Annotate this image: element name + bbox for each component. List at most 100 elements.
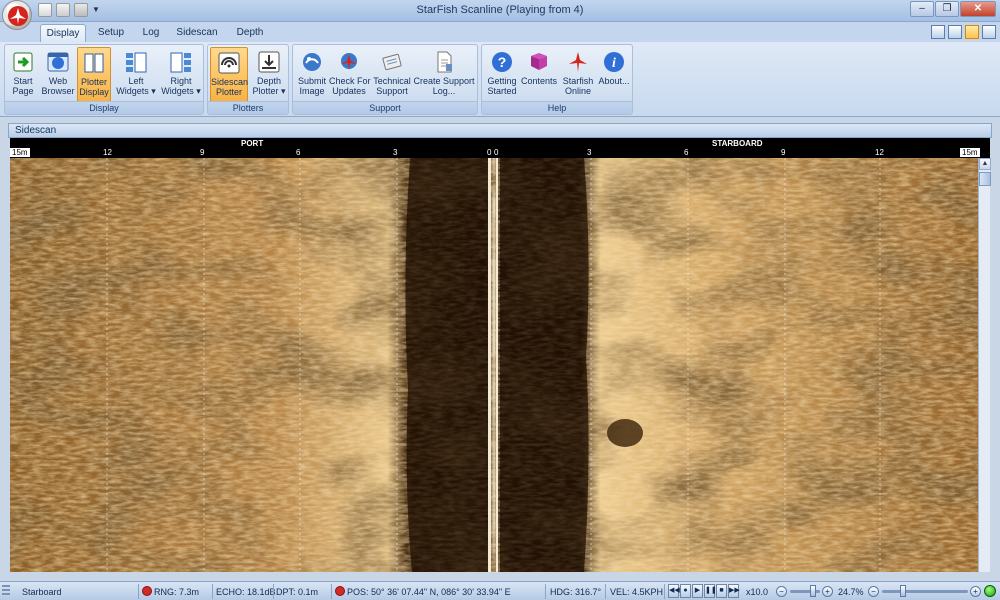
start-page-label-2: Page <box>12 86 34 96</box>
tab-setup[interactable]: Setup <box>92 24 130 42</box>
sidescan-plotter-label-1: Sidescan <box>211 77 249 87</box>
starfish-online-button[interactable]: Starfish Online <box>560 47 596 102</box>
tab-display[interactable]: Display <box>40 24 86 42</box>
zoom-in-button[interactable]: + <box>970 586 981 597</box>
velocity-status: VEL: 4.5KPH <box>610 587 664 597</box>
getting-started-icon: ? <box>492 52 512 72</box>
range-status: RNG: 7.3m <box>142 585 199 599</box>
layout-tile-icon[interactable] <box>948 25 962 39</box>
speed-increase-button[interactable]: + <box>822 586 833 597</box>
grip-icon <box>2 585 10 597</box>
plotter-display-button[interactable]: Plotter Display <box>77 47 111 102</box>
right-widgets-button[interactable]: Right Widgets ▾ <box>159 47 203 102</box>
range-scale-bar: PORT STARBOARD 15m 12 9 6 3 0 0 3 6 9 12… <box>10 138 990 158</box>
speed-decrease-button[interactable]: − <box>776 586 787 597</box>
start-page-label-1: Start <box>13 76 33 86</box>
group-plotters-label: Plotters <box>208 101 288 114</box>
sidescan-sonar-image[interactable] <box>10 158 978 572</box>
create-support-log-label-2: Log... <box>432 86 456 96</box>
start-page-icon <box>13 52 33 72</box>
submit-image-button[interactable]: Submit Image <box>295 47 329 102</box>
stop-icon[interactable]: ■ <box>716 584 727 598</box>
group-help: ? Getting Started Contents Starfish Onli… <box>481 44 633 115</box>
group-support-label: Support <box>293 101 477 114</box>
left-widgets-button[interactable]: Left Widgets ▾ <box>115 47 157 102</box>
tab-log[interactable]: Log <box>136 24 166 42</box>
about-icon: i <box>604 52 624 72</box>
starboard-tick: 3 <box>587 148 592 157</box>
speed-slider-thumb[interactable] <box>810 585 816 597</box>
plotter-display-icon <box>84 53 104 73</box>
web-browser-button[interactable]: Web Browser <box>41 47 75 102</box>
starboard-tick: 12 <box>875 148 884 157</box>
position-status: POS: 50° 36' 07.44" N, 086° 30' 33.94" E <box>335 585 511 599</box>
create-support-log-label-1: Create Support <box>413 76 475 86</box>
zoom-slider[interactable] <box>882 590 968 593</box>
create-support-log-button[interactable]: Create Support Log... <box>413 47 475 102</box>
port-label: PORT <box>241 139 264 148</box>
layout-single-icon[interactable] <box>965 25 979 39</box>
getting-started-button[interactable]: ? Getting Started <box>484 47 520 102</box>
group-support: Submit Image Check For Updates Technical… <box>292 44 478 115</box>
technical-support-label-1: Technical <box>373 76 411 86</box>
contents-icon <box>531 53 547 70</box>
ribbon: Start Page Web Browser Plotter Display L… <box>0 42 1000 117</box>
check-updates-icon <box>341 53 357 70</box>
record-toggle-icon[interactable]: ● <box>680 584 691 598</box>
port-tick: 9 <box>200 148 205 157</box>
vertical-scrollbar[interactable]: ▲ <box>978 158 991 572</box>
getting-started-label-2: Started <box>487 86 517 96</box>
heading-status: HDG: 316.7° <box>550 587 602 597</box>
restore-button[interactable]: ❐ <box>935 1 959 17</box>
forward-icon[interactable]: ▶▶ <box>728 584 740 598</box>
tab-sidescan[interactable]: Sidescan <box>172 24 222 42</box>
window-title: StarFish Scanline (Playing from 4) <box>416 4 584 16</box>
app-menu-button[interactable] <box>2 0 32 30</box>
left-widgets-icon <box>126 52 147 73</box>
right-widgets-label-2: Widgets ▾ <box>161 86 201 96</box>
left-widgets-label-1: Left <box>128 76 144 86</box>
playback-speed: x10.0 <box>746 587 769 597</box>
tab-depth[interactable]: Depth <box>230 24 270 42</box>
depth-plotter-button[interactable]: Depth Plotter ▾ <box>250 47 288 102</box>
pause-icon[interactable]: ❚❚ <box>704 584 717 598</box>
about-label: About... <box>598 76 630 86</box>
range-value: RNG: 7.3m <box>154 587 200 597</box>
scroll-thumb[interactable] <box>979 172 991 186</box>
right-dock-strip[interactable] <box>992 123 1000 579</box>
minimize-button[interactable]: – <box>910 1 934 17</box>
rewind-icon[interactable]: ◀◀ <box>668 584 680 598</box>
start-page-button[interactable]: Start Page <box>7 47 39 102</box>
zoom-level: 24.7% <box>838 587 864 597</box>
depth-plotter-icon <box>258 51 280 73</box>
sidescan-plotter-button[interactable]: Sidescan Plotter <box>210 47 248 102</box>
technical-support-button[interactable]: Technical Support <box>371 47 413 102</box>
port-tick: 12 <box>103 148 112 157</box>
play-icon[interactable]: ▶ <box>692 584 703 598</box>
layout-max-icon[interactable] <box>982 25 996 39</box>
zoom-out-button[interactable]: − <box>868 586 879 597</box>
web-browser-label-1: Web <box>48 76 68 86</box>
left-dock-strip[interactable] <box>0 123 8 579</box>
about-button[interactable]: i About... <box>596 47 632 102</box>
web-browser-icon <box>47 52 69 72</box>
technical-support-label-2: Support <box>376 86 408 96</box>
starfish-online-label-1: Starfish <box>562 76 594 86</box>
group-help-label: Help <box>482 101 632 114</box>
status-bar: Starboard RNG: 7.3m ECHO: 18.1dB DPT: 0.… <box>0 581 1000 600</box>
getting-started-label-1: Getting <box>487 76 517 86</box>
range-left-label: 15m <box>10 148 30 157</box>
close-button[interactable]: ✕ <box>960 1 996 17</box>
starboard-label: STARBOARD <box>712 139 763 148</box>
check-updates-label-2: Updates <box>332 86 366 96</box>
sidescan-plotter-icon <box>218 52 240 74</box>
sonar-waterfall <box>10 158 978 572</box>
scroll-up-icon[interactable]: ▲ <box>979 158 991 170</box>
layout-split-icon[interactable] <box>931 25 945 39</box>
check-updates-button[interactable]: Check For Updates <box>329 47 371 102</box>
group-display-label: Display <box>5 101 203 114</box>
contents-button[interactable]: Contents <box>520 47 558 102</box>
zoom-slider-thumb[interactable] <box>900 585 906 597</box>
right-widgets-icon <box>170 52 191 73</box>
submit-image-label-2: Image <box>299 86 325 96</box>
